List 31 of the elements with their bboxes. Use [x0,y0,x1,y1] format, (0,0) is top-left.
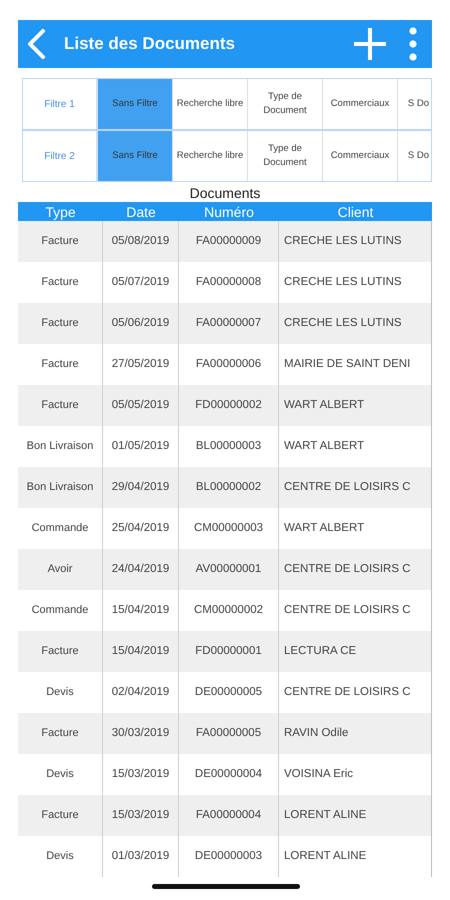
back-icon[interactable] [26,28,46,60]
table-cell: LORENT ALINE [279,836,432,877]
table-cell: DE00000003 [179,836,279,877]
table-row[interactable]: Facture 05/05/2019 FD00000002 WART ALBERT [18,385,432,426]
column-header: Type [44,204,77,220]
filter-option[interactable]: Commerciaux [323,79,398,129]
filter-option[interactable]: Commerciaux [323,131,398,181]
table-row[interactable]: Bon Livraison 29/04/2019 BL00000002 CENTRE DE LOISIRS C [18,467,432,508]
screen-title: Liste des Documents [64,34,235,54]
table-row[interactable]: Facture 15/03/2019 FA00000004 LORENT ALINE [18,795,432,836]
table-row[interactable]: Facture 30/03/2019 FA00000005 RAVIN Odile [18,713,432,754]
column-header: Numéro [203,204,255,220]
filter-option[interactable]: Type de Document [248,79,323,129]
filter-option[interactable]: Recherche libre [173,79,248,129]
filter-option[interactable]: Sans Filtre [98,131,173,181]
filter-option[interactable]: Sans Filtre [98,79,173,129]
filter-option[interactable]: Type de Document [248,131,323,181]
table-cell: 01/03/2019 [103,836,179,877]
table-row[interactable]: Facture 15/04/2019 FD00000001 LECTURA CE [18,631,432,672]
table-cell: Devis [18,836,103,877]
table-row[interactable]: Avoir 24/04/2019 AV00000001 CENTRE DE LOISIRS C [18,549,432,590]
more-icon[interactable] [408,26,418,62]
filter-option[interactable]: Recherche libre [173,131,248,181]
column-header: Client [336,204,374,220]
table-title: Documents [188,184,262,202]
add-icon[interactable] [352,26,388,62]
column-header: Date [125,204,157,220]
filter-option[interactable]: S Do [398,79,430,129]
table-row[interactable]: Facture 05/06/2019 FA00000007 CRECHE LES LUTINS [18,303,432,344]
filter-option[interactable]: S Do [398,131,430,181]
table-row[interactable]: Facture 05/08/2019 FA00000009 CRECHE LES LUTINS [18,221,432,262]
